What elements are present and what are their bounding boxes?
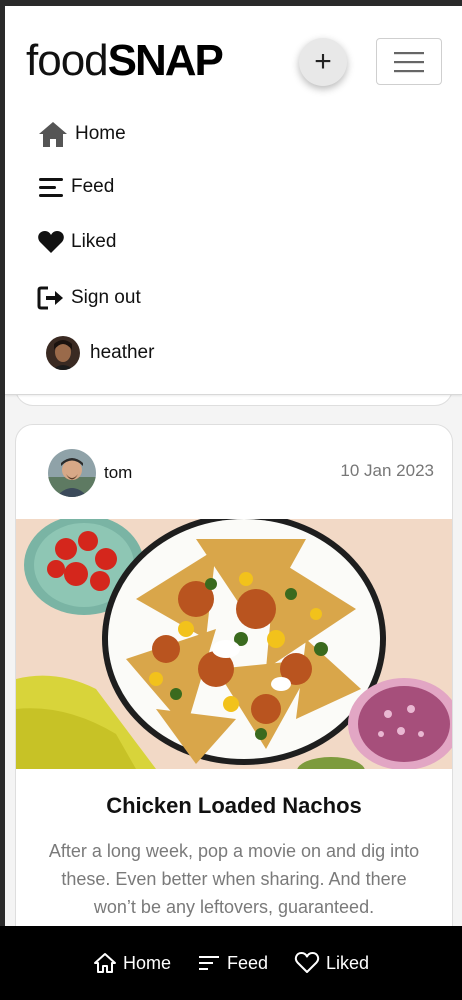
author-avatar[interactable] <box>48 449 96 497</box>
bottom-nav-home[interactable]: Home <box>93 952 171 974</box>
post-image[interactable] <box>16 513 452 785</box>
post-description: After a long week, pop a movie on and di… <box>48 841 420 917</box>
nav-item-label: Feed <box>71 176 115 197</box>
heart-icon <box>37 230 71 254</box>
logo-text-light: food <box>26 36 109 85</box>
nav-item-sign-out[interactable]: Sign out <box>37 285 141 311</box>
bottom-nav-label: Home <box>122 952 171 973</box>
add-post-button[interactable]: + <box>299 38 347 86</box>
home-outline-icon <box>93 953 116 973</box>
nav-item-label: Sign out <box>71 287 141 308</box>
home-icon <box>37 120 71 148</box>
bottom-nav-label: Liked <box>326 952 370 973</box>
feed-icon <box>37 175 71 199</box>
nav-item-label: Liked <box>71 231 117 252</box>
app-page: tom 10 Jan 2023 Chicken Loaded Nachos Af… <box>5 6 462 1000</box>
author-name[interactable]: tom <box>104 463 132 483</box>
sign-out-icon <box>37 285 71 311</box>
menu-toggle-button[interactable] <box>376 38 442 85</box>
nav-item-liked[interactable]: Liked <box>37 230 116 254</box>
bottom-nav-liked[interactable]: Liked <box>294 951 369 975</box>
post-author[interactable]: tom <box>48 449 132 497</box>
nav-item-user[interactable]: heather <box>46 336 154 370</box>
post-title[interactable]: Chicken Loaded Nachos <box>16 793 452 819</box>
nav-item-feed[interactable]: Feed <box>37 175 114 199</box>
nav-item-home[interactable]: Home <box>37 120 126 148</box>
bottom-nav-feed[interactable]: Feed <box>197 953 268 974</box>
heart-outline-icon <box>294 952 320 973</box>
app-logo[interactable]: foodSNAP <box>26 36 224 86</box>
post-card[interactable]: tom 10 Jan 2023 Chicken Loaded Nachos Af… <box>15 424 453 1000</box>
plus-icon: + <box>314 45 332 78</box>
post-date: 10 Jan 2023 <box>340 461 434 480</box>
feed-icon <box>198 956 219 970</box>
user-name: heather <box>90 342 155 363</box>
bottom-nav: Home Feed Liked <box>0 926 462 1000</box>
nav-item-label: Home <box>75 123 126 144</box>
logo-text-bold: SNAP <box>107 36 224 85</box>
hamburger-icon <box>394 51 424 72</box>
bottom-nav-label: Feed <box>226 952 268 973</box>
header-menu-panel: foodSNAP + Home Feed Liked Sign out heat… <box>5 6 462 395</box>
user-avatar <box>46 336 80 370</box>
